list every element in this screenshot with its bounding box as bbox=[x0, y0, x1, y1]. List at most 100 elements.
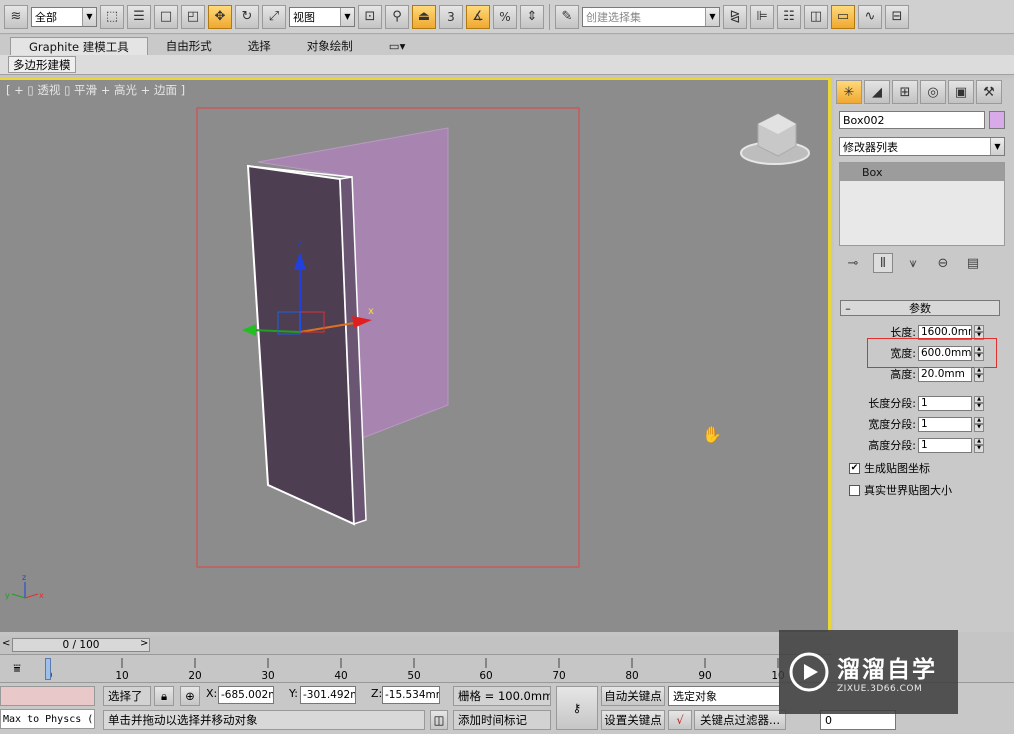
display-tab-icon[interactable]: ▣ bbox=[948, 80, 974, 104]
key-filters-button[interactable]: 关键点过滤器... bbox=[694, 710, 786, 730]
next-frame-icon[interactable]: > bbox=[140, 638, 150, 652]
undo-stack-icon[interactable]: ≋ bbox=[4, 4, 28, 29]
checkbox-label: 生成贴图坐标 bbox=[864, 462, 930, 475]
modify-tab-icon[interactable]: ◢ bbox=[864, 80, 890, 104]
viewport-label[interactable]: [ + ▯ 透视 ▯ 平滑 + 高光 + 边面 ] bbox=[6, 82, 185, 98]
configure-modifier-sets-icon[interactable]: ▤ bbox=[963, 253, 983, 273]
remove-modifier-icon[interactable]: ⊖ bbox=[933, 253, 953, 273]
command-panel-tabs: ✳ ◢ ⊞ ◎ ▣ ⚒ bbox=[834, 78, 1014, 106]
named-selection-dropdown[interactable]: 创建选择集 ▼ bbox=[582, 6, 720, 27]
height-segs-input[interactable]: 1 bbox=[918, 437, 972, 453]
time-slider: < 0 / 100 > bbox=[0, 636, 831, 654]
height-spinner[interactable]: ▲ ▼ bbox=[974, 366, 984, 382]
create-tab-icon[interactable]: ✳ bbox=[836, 80, 862, 104]
rect-selection-icon[interactable]: □ bbox=[154, 4, 178, 29]
tab-polygon-modeling[interactable]: 多边形建模 bbox=[8, 56, 76, 73]
toggle-scene-explorer-icon[interactable]: ☷ bbox=[777, 4, 801, 29]
toolbar-divider bbox=[549, 3, 550, 30]
mirror-icon[interactable]: ⧎ bbox=[723, 4, 747, 29]
param-label: 高度: bbox=[890, 368, 916, 381]
tab-selection[interactable]: 选择 bbox=[230, 37, 289, 55]
set-key-icon[interactable]: ⚷ bbox=[556, 686, 598, 730]
align-icon[interactable]: ⊫ bbox=[750, 4, 774, 29]
ribbon-sub-bar: 多边形建模 bbox=[0, 55, 1014, 75]
modifier-list-dropdown[interactable]: 修改器列表 ▼ bbox=[839, 137, 1005, 156]
curve-editor-icon[interactable]: ∿ bbox=[858, 4, 882, 29]
tick-label: 80 bbox=[625, 670, 639, 682]
parameters-rollout-header[interactable]: – 参数 bbox=[840, 300, 1000, 316]
percent-snap-icon[interactable]: % bbox=[493, 4, 517, 29]
x-coord-input[interactable]: -685.002m bbox=[218, 686, 274, 704]
3dsmax-window: ≋ 全部 ▼ ⬚ ☰ □ ◰ ✥ ↻ ⤢ 视图 ▼ ⊡ ⚲ ⏏ 3 ∡ % ⇕ … bbox=[0, 0, 1014, 734]
angle-snap-icon[interactable]: ∡ bbox=[466, 4, 490, 29]
select-manipulate-icon[interactable]: ⚲ bbox=[385, 4, 409, 29]
show-end-result-icon[interactable]: Ⅱ bbox=[873, 253, 893, 273]
current-frame-marker[interactable] bbox=[45, 658, 51, 680]
checkbox-label: 真实世界贴图大小 bbox=[864, 484, 952, 497]
lock-selection-icon[interactable]: 🔒︎ bbox=[154, 686, 174, 706]
gen-mapping-coords-checkbox[interactable]: ✔ 生成贴图坐标 bbox=[849, 460, 930, 476]
reference-coord-dropdown[interactable]: 视图 ▼ bbox=[289, 6, 355, 27]
schematic-view-icon[interactable]: ⊟ bbox=[885, 4, 909, 29]
watermark-url: ZIXUE.3D66.COM bbox=[837, 684, 923, 694]
y-coord-input[interactable]: -301.492m bbox=[300, 686, 356, 704]
pivot-center-icon[interactable]: ⊡ bbox=[358, 4, 382, 29]
ribbon-options-icon: ▭▾ bbox=[388, 39, 406, 53]
maxscript-mini-listener[interactable]: Max to Physcs ( bbox=[0, 709, 95, 729]
tab-freeform[interactable]: 自由形式 bbox=[148, 37, 230, 55]
auto-key-button[interactable]: 自动关键点 bbox=[601, 686, 665, 706]
tab-graphite-modeling[interactable]: Graphite 建模工具 bbox=[10, 37, 148, 55]
utilities-tab-icon[interactable]: ⚒ bbox=[976, 80, 1002, 104]
watermark-logo bbox=[789, 652, 829, 692]
select-scale-icon[interactable]: ⤢ bbox=[262, 4, 286, 29]
set-key-button[interactable]: 设置关键点 bbox=[601, 710, 665, 730]
keyboard-shortcut-override-icon[interactable]: ⏏ bbox=[412, 4, 436, 29]
modifier-stack: Box bbox=[839, 162, 1005, 246]
maxscript-listener-result[interactable] bbox=[0, 686, 95, 706]
gizmo-y-arrow bbox=[242, 324, 256, 336]
width-segs-spinner[interactable]: ▲ ▼ bbox=[974, 416, 984, 432]
selection-filter-dropdown[interactable]: 全部 ▼ bbox=[31, 6, 97, 27]
mini-curve-editor-icon[interactable]: ⩸ bbox=[6, 659, 28, 677]
graphite-ribbon: Graphite 建模工具 自由形式 选择 对象绘制 ▭▾ bbox=[0, 35, 1014, 55]
absolute-mode-icon[interactable]: ⊕ bbox=[180, 686, 200, 706]
time-tag-icon[interactable]: ◫ bbox=[430, 710, 448, 730]
ribbon-options-dropdown[interactable]: ▭▾ bbox=[371, 37, 424, 55]
stack-item-box[interactable]: Box bbox=[840, 163, 1004, 181]
track-bar[interactable]: ⩸ 0 10 20 30 40 50 60 70 80 90 10 bbox=[0, 654, 831, 682]
edit-named-selection-icon[interactable]: ✎ bbox=[555, 4, 579, 29]
select-by-name-icon[interactable]: ☰ bbox=[127, 4, 151, 29]
length-segs-spinner[interactable]: ▲ ▼ bbox=[974, 395, 984, 411]
width-segs-input[interactable]: 1 bbox=[918, 416, 972, 432]
select-object-icon[interactable]: ⬚ bbox=[100, 4, 124, 29]
prev-frame-icon[interactable]: < bbox=[2, 638, 12, 652]
object-color-swatch[interactable] bbox=[989, 111, 1005, 129]
window-crossing-icon[interactable]: ◰ bbox=[181, 4, 205, 29]
select-rotate-icon[interactable]: ↻ bbox=[235, 4, 259, 29]
height-input[interactable]: 20.0mm bbox=[918, 366, 972, 382]
make-unique-icon[interactable]: ⩛ bbox=[903, 253, 923, 273]
z-coord-input[interactable]: -15.534mm bbox=[382, 686, 440, 704]
reference-coord-value: 视图 bbox=[293, 10, 315, 24]
hierarchy-tab-icon[interactable]: ⊞ bbox=[892, 80, 918, 104]
length-segs-input[interactable]: 1 bbox=[918, 395, 972, 411]
percent-snap-label: % bbox=[499, 9, 511, 24]
default-in-out-tangent-icon[interactable]: √ bbox=[668, 710, 692, 730]
pin-stack-icon[interactable]: ⊸ bbox=[843, 253, 863, 273]
real-world-map-size-checkbox[interactable]: 真实世界贴图大小 bbox=[849, 482, 952, 498]
layer-manager-icon[interactable]: ◫ bbox=[804, 4, 828, 29]
object-name-field[interactable]: Box002 bbox=[839, 111, 985, 129]
gizmo-z-label: z bbox=[297, 239, 302, 249]
select-move-icon[interactable]: ✥ bbox=[208, 4, 232, 29]
key-filter-dropdown[interactable]: 选定对象 bbox=[668, 686, 780, 706]
perspective-viewport[interactable]: z x ✋ z x y [ + ▯ 透视 ▯ 平滑 + 高光 + 边面 ] bbox=[0, 78, 831, 632]
spinner-snap-icon[interactable]: ⇕ bbox=[520, 4, 544, 29]
motion-tab-icon[interactable]: ◎ bbox=[920, 80, 946, 104]
snap-toggle-icon[interactable]: 3 bbox=[439, 4, 463, 29]
add-time-tag[interactable]: 添加时间标记 bbox=[453, 710, 551, 730]
height-segs-spinner[interactable]: ▲ ▼ bbox=[974, 437, 984, 453]
tab-object-paint[interactable]: 对象绘制 bbox=[289, 37, 371, 55]
time-slider-thumb[interactable]: 0 / 100 bbox=[12, 638, 150, 652]
viewport-canvas: z x ✋ z x y bbox=[5, 107, 810, 600]
graphite-toggle-icon[interactable]: ▭ bbox=[831, 4, 855, 29]
